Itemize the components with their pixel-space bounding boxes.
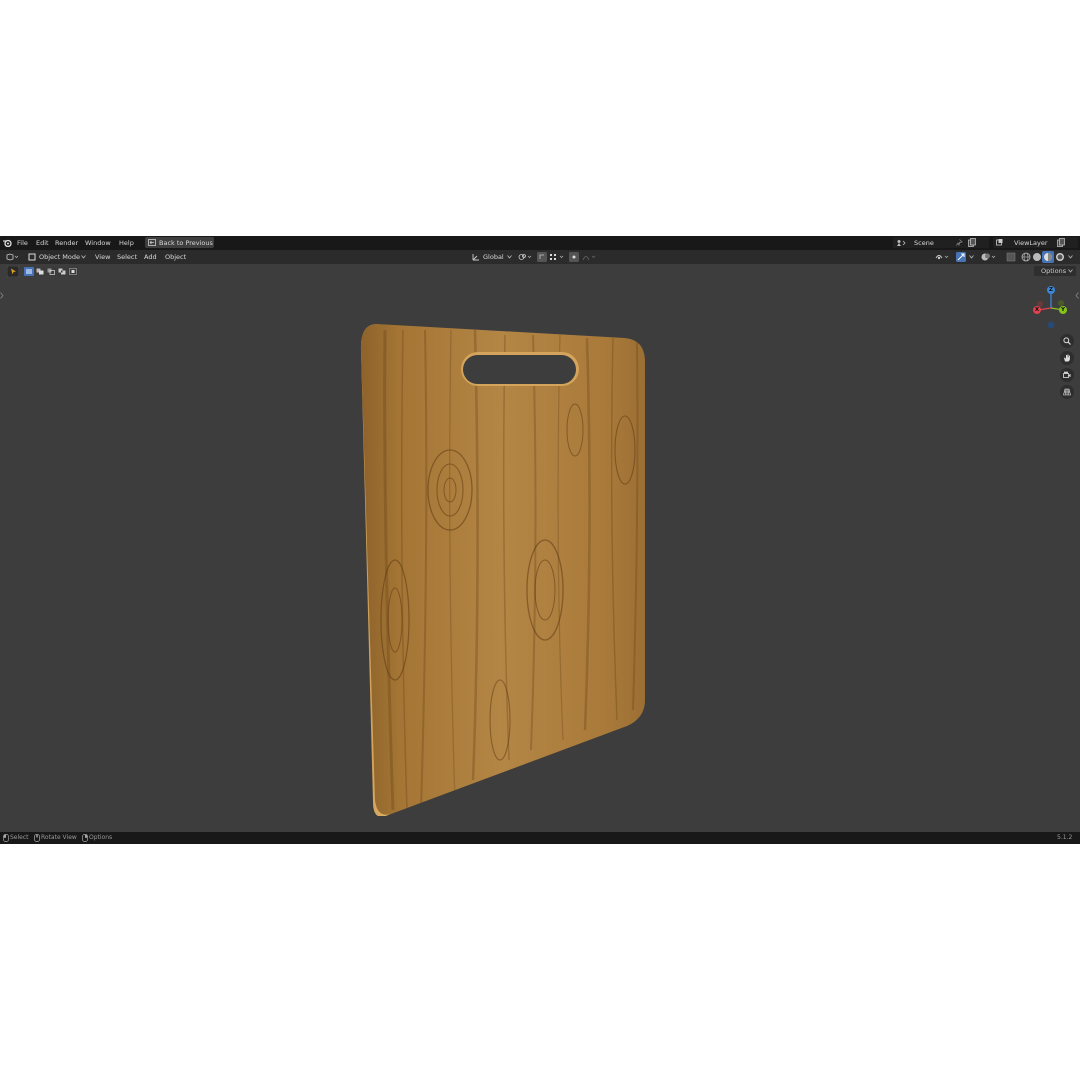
view-layer-name[interactable]: ViewLayer <box>1014 239 1048 247</box>
viewport-header: Object Mode View Select Add Object Globa… <box>0 250 1080 264</box>
mouse-right-icon <box>82 834 88 842</box>
menu-file[interactable]: File <box>17 239 28 247</box>
blender-window: File Edit Render Window Help Back to Pre… <box>0 236 1080 844</box>
visibility-icon[interactable] <box>935 253 953 261</box>
grid-perspective-icon <box>1063 388 1071 396</box>
xray-icon[interactable] <box>1006 252 1016 262</box>
chevron-down-icon[interactable] <box>1068 255 1073 259</box>
back-arrow-icon <box>148 239 156 246</box>
select-tool-icon[interactable] <box>7 266 19 277</box>
cutting-board-model[interactable] <box>355 320 650 816</box>
chevron-down-icon <box>1068 269 1073 273</box>
chevron-down-icon <box>507 255 512 259</box>
status-select: Select <box>10 834 29 841</box>
pan-hand-icon <box>1064 354 1070 362</box>
new-scene-icon[interactable] <box>968 238 976 247</box>
sidebar-toggle-arrow-icon[interactable] <box>1075 292 1079 299</box>
pivot-point-icon[interactable] <box>518 253 534 261</box>
menu-view[interactable]: View <box>95 253 110 261</box>
select-mode-subtract-icon[interactable] <box>46 267 56 276</box>
pan-button[interactable] <box>1060 351 1074 365</box>
camera-view-button[interactable] <box>1060 368 1074 382</box>
view-layer-icon <box>996 239 1003 246</box>
zoom-button[interactable] <box>1060 334 1074 348</box>
rendered-shading-icon[interactable] <box>1055 252 1065 262</box>
chevron-down-icon[interactable] <box>969 255 974 259</box>
transform-orientation-icon <box>472 254 479 261</box>
status-bar: Select Rotate View Options 5.1.2 <box>0 832 1080 844</box>
menu-window[interactable]: Window <box>85 239 111 247</box>
menu-edit[interactable]: Edit <box>36 239 49 247</box>
navigation-gizmo[interactable]: Z X Y <box>1028 282 1074 330</box>
pin-icon[interactable] <box>956 239 963 246</box>
back-to-previous-button[interactable]: Back to Previous <box>145 237 214 248</box>
top-bar: File Edit Render Window Help Back to Pre… <box>0 236 1080 250</box>
scene-icon <box>897 240 906 246</box>
options-dropdown[interactable]: Options <box>1034 266 1076 276</box>
proportional-falloff-icon[interactable] <box>582 253 598 261</box>
select-mode-difference-icon[interactable] <box>57 267 67 276</box>
gizmo-icon[interactable] <box>956 252 966 262</box>
wireframe-shading-icon[interactable] <box>1021 252 1031 262</box>
chevron-down-icon <box>81 255 86 259</box>
scene-selector[interactable]: Scene <box>893 237 989 248</box>
view-layer-selector[interactable]: ViewLayer <box>993 237 1078 248</box>
mode-selector[interactable]: Object Mode <box>26 252 88 262</box>
back-button-label: Back to Previous <box>159 239 213 247</box>
status-rotate-view: Rotate View <box>41 834 77 841</box>
snap-target-icon[interactable] <box>549 253 567 261</box>
gizmo-axis-z[interactable]: Z <box>1047 286 1055 294</box>
menu-add[interactable]: Add <box>144 253 157 261</box>
mouse-left-icon <box>3 834 9 842</box>
gizmo-axis-x[interactable]: X <box>1033 306 1041 314</box>
new-view-layer-icon[interactable] <box>1057 238 1065 247</box>
mode-label: Object Mode <box>39 253 80 261</box>
version-label: 5.1.2 <box>1057 834 1073 841</box>
mouse-middle-icon <box>34 834 40 842</box>
menu-help[interactable]: Help <box>119 239 134 247</box>
camera-view-icon <box>1063 371 1071 378</box>
gizmo-axis-y[interactable]: Y <box>1059 306 1067 314</box>
perspective-toggle-button[interactable] <box>1060 385 1074 399</box>
snap-icon[interactable] <box>537 252 547 262</box>
blender-logo-icon[interactable] <box>3 239 12 247</box>
select-mode-new-icon[interactable] <box>24 267 34 276</box>
proportional-edit-icon[interactable] <box>569 252 579 262</box>
tool-settings-row: Options <box>0 264 1080 278</box>
menu-select[interactable]: Select <box>117 253 137 261</box>
transform-orientation-selector[interactable]: Global <box>471 252 513 262</box>
select-mode-intersect-icon[interactable] <box>68 267 78 276</box>
menu-render[interactable]: Render <box>55 239 78 247</box>
transform-orientation-label: Global <box>483 253 504 261</box>
solid-shading-icon[interactable] <box>1032 252 1042 262</box>
editor-type-icon[interactable] <box>6 253 18 261</box>
object-mode-icon <box>28 253 36 261</box>
scene-name[interactable]: Scene <box>914 239 934 247</box>
overlay-icon[interactable] <box>981 252 997 262</box>
menu-object[interactable]: Object <box>165 253 186 261</box>
options-label: Options <box>1041 267 1067 275</box>
material-shading-icon[interactable] <box>1042 251 1054 263</box>
select-mode-extend-icon[interactable] <box>35 267 45 276</box>
zoom-icon <box>1063 337 1071 345</box>
status-options: Options <box>89 834 113 841</box>
toolbar-toggle-arrow-icon[interactable] <box>0 292 4 299</box>
